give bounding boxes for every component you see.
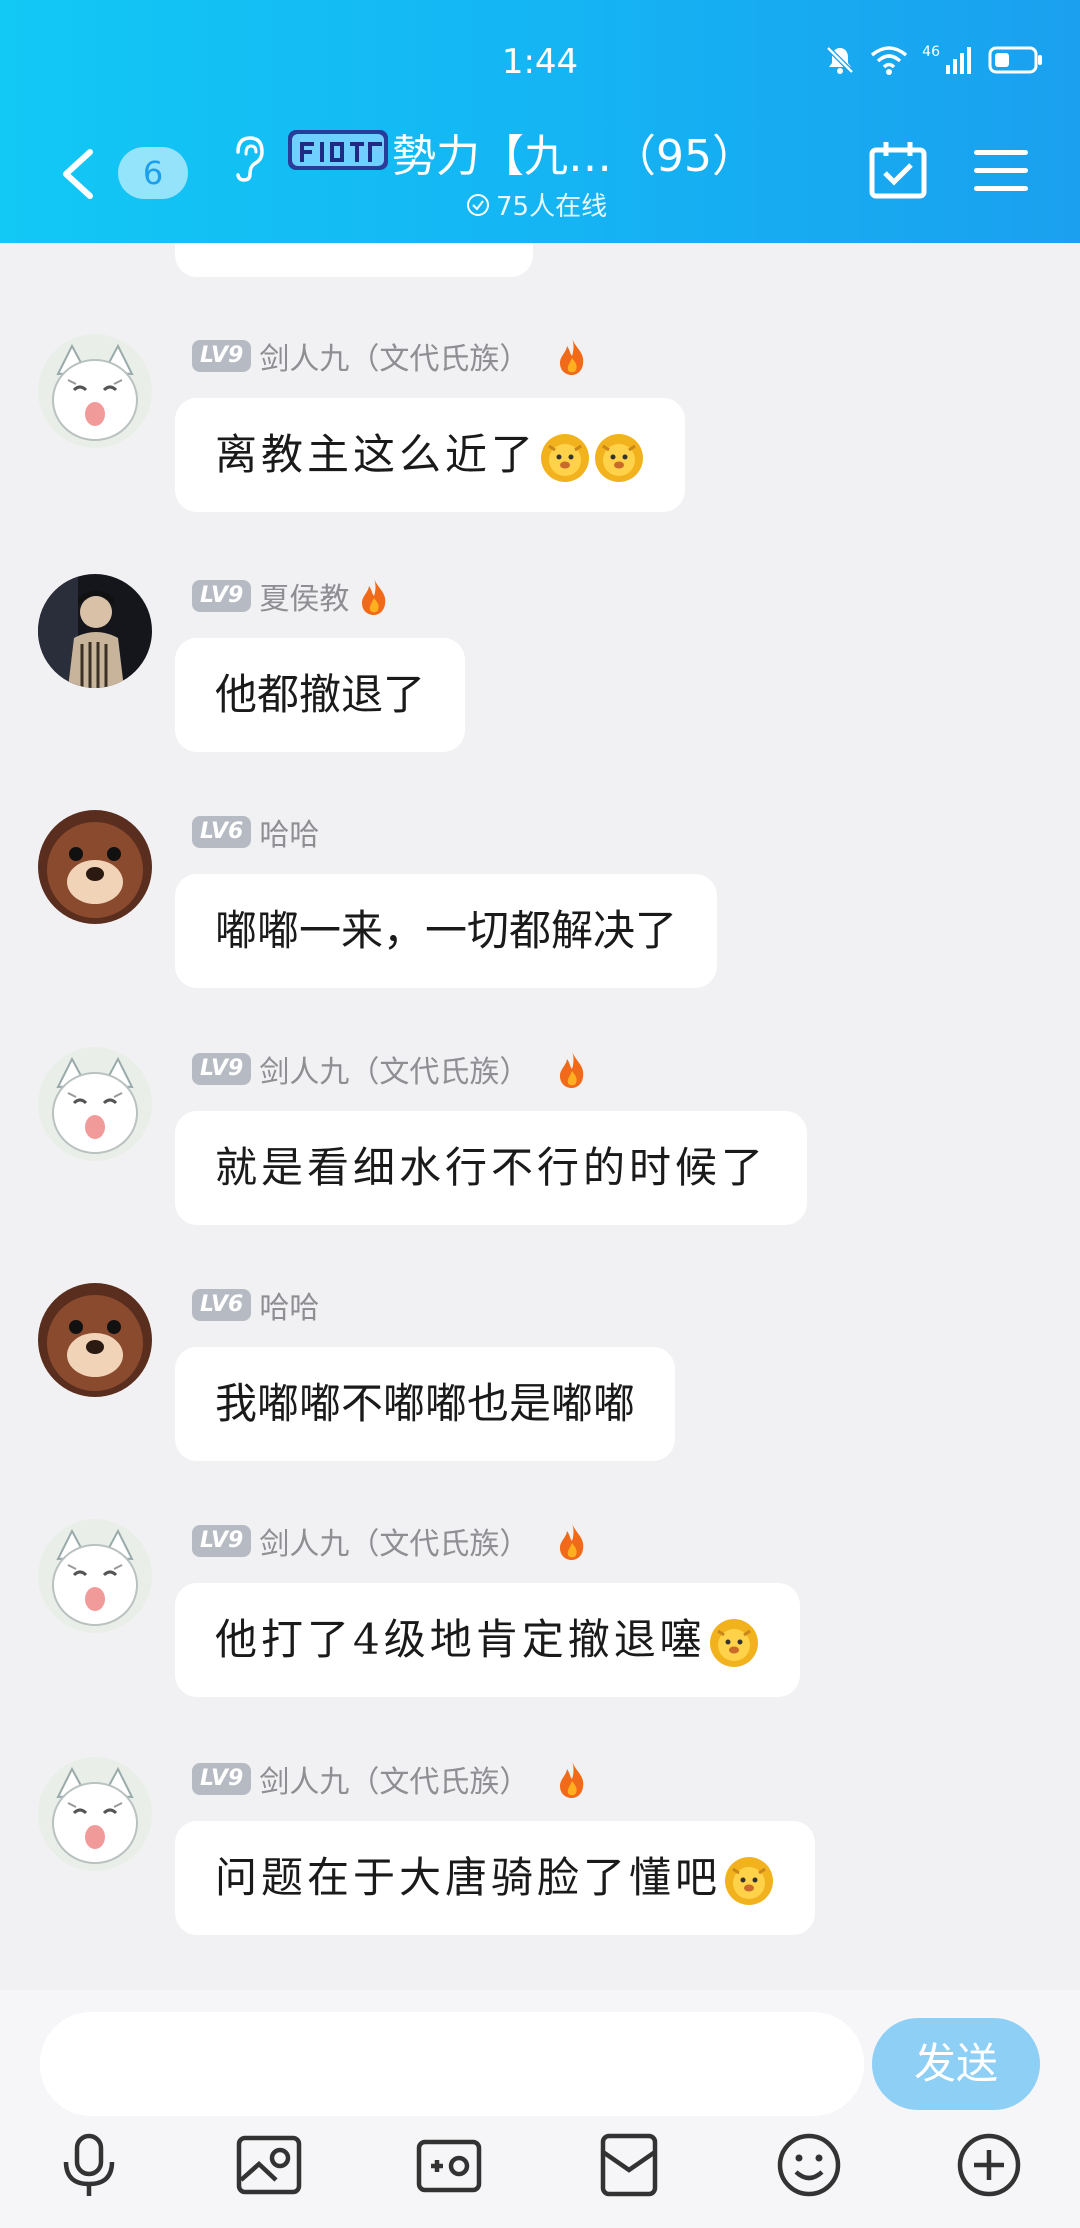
menu-icon[interactable]	[974, 148, 1028, 194]
message-meta: LV6 哈哈	[192, 1283, 319, 1327]
fire-icon	[560, 1761, 584, 1798]
level-badge: LV9	[192, 340, 252, 372]
sender-name[interactable]: 哈哈	[259, 1283, 319, 1327]
file-icon[interactable]	[594, 2130, 664, 2200]
ear-icon[interactable]	[228, 134, 268, 184]
avatar[interactable]	[38, 574, 152, 688]
mute-bell-icon	[826, 46, 854, 74]
status-icons: 46	[824, 44, 1044, 76]
unread-count-badge[interactable]: 6	[118, 147, 188, 199]
avatar[interactable]	[38, 1047, 152, 1161]
message-bubble[interactable]: 问题在于大唐骑脸了懂吧	[175, 1821, 816, 1935]
message-meta: LV9 剑人九（文代氏族）	[192, 1519, 589, 1563]
message-bubble[interactable]: 他都撤退了	[175, 638, 466, 752]
message-meta: LV9 剑人九（文代氏族）	[192, 334, 589, 378]
message-bubble[interactable]: 他打了4级地肯定撤退噻	[175, 1583, 800, 1697]
input-area: 发送	[0, 1990, 1080, 2228]
avatar[interactable]	[38, 1283, 152, 1397]
online-check-icon	[467, 193, 489, 216]
message-meta: LV6 哈哈	[192, 810, 319, 854]
network-label: 46	[922, 44, 940, 60]
group-title[interactable]: 勢力【九…（95）	[392, 120, 756, 184]
battery-icon	[988, 46, 1042, 74]
online-status: 75人在线	[466, 186, 607, 223]
sender-name[interactable]: 夏侯教	[259, 574, 349, 618]
message-meta: LV9 剑人九（文代氏族）	[192, 1757, 589, 1801]
level-badge: LV9	[192, 1763, 252, 1795]
send-button[interactable]: 发送	[872, 2018, 1040, 2110]
fire-icon	[560, 1523, 584, 1560]
sender-name[interactable]: 剑人九（文代氏族）	[259, 1519, 529, 1563]
level-badge: LV9	[192, 1053, 252, 1085]
message-text: 问题在于大唐骑脸了懂吧	[215, 1853, 722, 1902]
message-text: 我嘟嘟不嘟嘟也是嘟嘟	[215, 1379, 636, 1428]
input-toolbar	[0, 2130, 1080, 2220]
message-bubble[interactable]: 我嘟嘟不嘟嘟也是嘟嘟	[175, 1347, 676, 1461]
back-button[interactable]	[58, 148, 98, 200]
sender-name[interactable]: 哈哈	[259, 810, 319, 854]
online-count: 75人在线	[496, 192, 608, 222]
message-bubble[interactable]: 嘟嘟一来，一切都解决了	[175, 874, 718, 988]
fire-icon	[560, 1051, 584, 1088]
level-badge: LV6	[192, 1289, 252, 1321]
avatar[interactable]	[38, 334, 152, 448]
wifi-icon	[871, 46, 908, 75]
emoji-group	[706, 1615, 760, 1667]
partial-message-bubble	[175, 243, 533, 277]
level-badge: LV9	[192, 580, 252, 612]
message-text: 他打了4级地肯定撤退噻	[215, 1615, 706, 1664]
message-input[interactable]	[40, 2012, 864, 2116]
microphone-icon[interactable]	[54, 2130, 124, 2200]
sender-name[interactable]: 剑人九（文代氏族）	[259, 1047, 529, 1091]
message-meta: LV9 剑人九（文代氏族）	[192, 1047, 589, 1091]
chat-header: 1:44 46 6 勢力【九…（95） 75人在线	[0, 0, 1080, 243]
group-logo	[288, 130, 388, 170]
sender-name[interactable]: 剑人九（文代氏族）	[259, 334, 529, 378]
plus-icon[interactable]	[954, 2130, 1024, 2200]
message-text: 就是看细水行不行的时候了	[215, 1143, 768, 1192]
lion-emoji-icon	[725, 1857, 774, 1905]
avatar[interactable]	[38, 810, 152, 924]
camera-icon[interactable]	[414, 2130, 484, 2200]
lion-emoji-icon	[709, 1619, 758, 1667]
level-badge: LV9	[192, 1525, 252, 1557]
message-text: 离教主这么近了	[215, 430, 538, 479]
message-bubble[interactable]: 就是看细水行不行的时候了	[175, 1111, 808, 1225]
calendar-check-icon[interactable]	[868, 140, 928, 200]
message-text: 嘟嘟一来，一切都解决了	[215, 906, 678, 955]
level-badge: LV6	[192, 816, 252, 848]
avatar[interactable]	[38, 1757, 152, 1871]
message-text: 他都撤退了	[215, 670, 426, 719]
fire-icon	[362, 578, 386, 615]
image-icon[interactable]	[234, 2130, 304, 2200]
emoji-icon[interactable]	[774, 2130, 844, 2200]
message-bubble[interactable]: 离教主这么近了	[175, 398, 686, 512]
emoji-group	[721, 1853, 775, 1905]
lion-emoji-icon	[541, 434, 590, 482]
avatar[interactable]	[38, 1519, 152, 1633]
fire-icon	[560, 338, 584, 375]
message-meta: LV9 夏侯教	[192, 574, 391, 618]
sender-name[interactable]: 剑人九（文代氏族）	[259, 1757, 529, 1801]
emoji-group	[537, 430, 645, 482]
lion-emoji-icon	[595, 434, 644, 482]
signal-icon	[946, 47, 971, 74]
